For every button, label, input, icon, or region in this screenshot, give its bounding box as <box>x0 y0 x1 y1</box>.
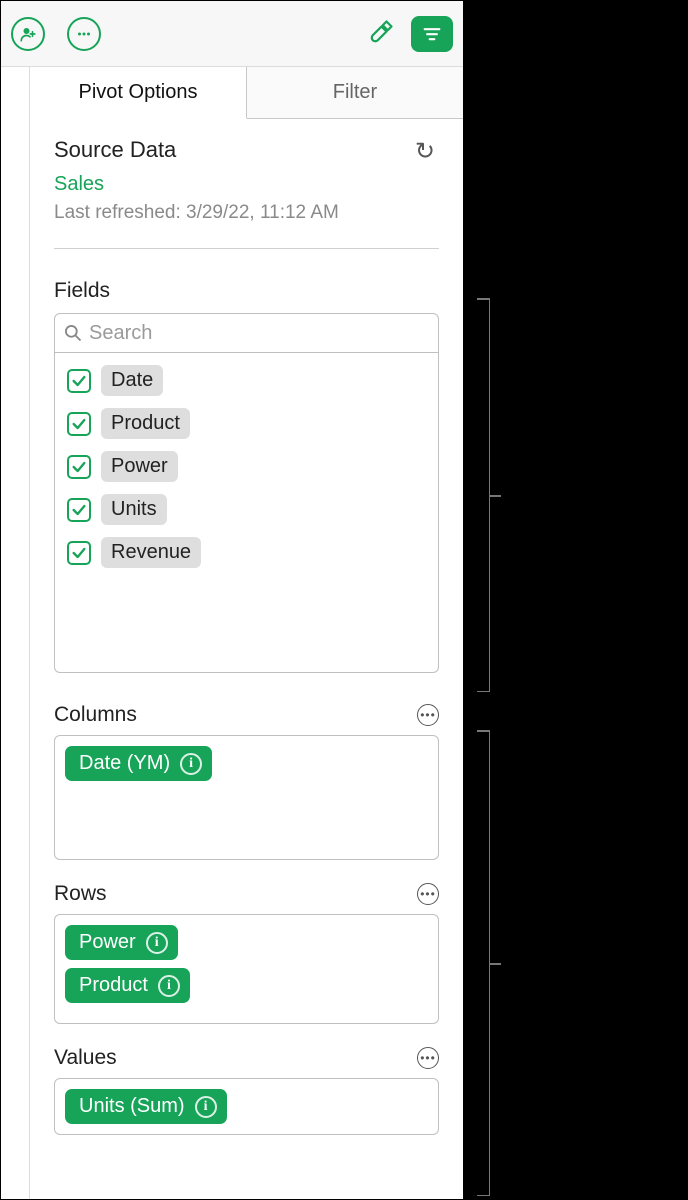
rows-dropzone[interactable]: Power i Product i <box>54 914 439 1024</box>
source-table-name[interactable]: Sales <box>54 173 439 196</box>
field-item-units: Units <box>67 494 426 525</box>
toolbar-right <box>361 16 453 52</box>
field-item-revenue: Revenue <box>67 537 426 568</box>
chip-label: Power <box>79 931 136 954</box>
paintbrush-icon <box>364 19 394 49</box>
fields-search[interactable] <box>54 313 439 353</box>
ellipsis-icon <box>75 25 93 43</box>
divider <box>54 248 439 249</box>
chip-label: Product <box>79 974 148 997</box>
ellipsis-icon: ••• <box>420 708 436 722</box>
organize-panel-button[interactable] <box>411 16 453 52</box>
ellipsis-icon: ••• <box>420 887 436 901</box>
column-chip-date-ym[interactable]: Date (YM) i <box>65 746 212 781</box>
rows-more-button[interactable]: ••• <box>417 883 439 905</box>
person-plus-icon <box>19 25 37 43</box>
format-button[interactable] <box>361 16 397 52</box>
rows-heading: Rows <box>54 882 107 906</box>
values-heading: Values <box>54 1046 117 1070</box>
check-icon <box>71 459 87 475</box>
value-chip-units-sum[interactable]: Units (Sum) i <box>65 1089 227 1124</box>
field-chip-product[interactable]: Product <box>101 408 190 439</box>
toolbar-left <box>11 17 101 51</box>
chip-label: Units (Sum) <box>79 1095 185 1118</box>
refresh-icon: ↻ <box>415 138 435 165</box>
check-icon <box>71 373 87 389</box>
info-icon[interactable]: i <box>146 932 168 954</box>
check-icon <box>71 416 87 432</box>
tab-pivot-options[interactable]: Pivot Options <box>30 67 247 119</box>
refresh-button[interactable]: ↻ <box>411 137 439 166</box>
filter-lines-icon <box>422 27 442 41</box>
canvas-sliver <box>1 67 29 1199</box>
values-section: Values ••• Units (Sum) i <box>54 1046 439 1135</box>
tab-bar: Pivot Options Filter <box>30 67 463 119</box>
rows-section: Rows ••• Power i Product i <box>54 882 439 1024</box>
values-more-button[interactable]: ••• <box>417 1047 439 1069</box>
callout-bracket-areas <box>470 730 490 1196</box>
columns-more-button[interactable]: ••• <box>417 704 439 726</box>
panel-content: Source Data ↻ Sales Last refreshed: 3/29… <box>30 119 463 1199</box>
fields-list: Date Product Power <box>54 353 439 673</box>
tab-filter[interactable]: Filter <box>247 67 463 119</box>
field-chip-revenue[interactable]: Revenue <box>101 537 201 568</box>
source-data-title: Source Data <box>54 137 176 163</box>
check-icon <box>71 545 87 561</box>
fields-heading: Fields <box>54 279 439 303</box>
check-icon <box>71 502 87 518</box>
source-data-header: Source Data ↻ <box>54 137 439 169</box>
field-checkbox-date[interactable] <box>67 369 91 393</box>
info-icon[interactable]: i <box>195 1096 217 1118</box>
sidebar-panel: Pivot Options Filter Source Data ↻ Sales… <box>29 67 463 1199</box>
field-item-power: Power <box>67 451 426 482</box>
ellipsis-icon: ••• <box>420 1051 436 1065</box>
row-chip-power[interactable]: Power i <box>65 925 178 960</box>
row-chip-product[interactable]: Product i <box>65 968 190 1003</box>
field-chip-power[interactable]: Power <box>101 451 178 482</box>
info-icon[interactable]: i <box>158 975 180 997</box>
search-icon <box>63 323 83 343</box>
add-collaborator-button[interactable] <box>11 17 45 51</box>
values-dropzone[interactable]: Units (Sum) i <box>54 1078 439 1135</box>
columns-heading: Columns <box>54 703 137 727</box>
field-checkbox-product[interactable] <box>67 412 91 436</box>
field-checkbox-units[interactable] <box>67 498 91 522</box>
field-item-date: Date <box>67 365 426 396</box>
field-chip-date[interactable]: Date <box>101 365 163 396</box>
fields-search-input[interactable] <box>89 322 430 345</box>
columns-section: Columns ••• Date (YM) i <box>54 703 439 860</box>
info-icon[interactable]: i <box>180 753 202 775</box>
field-checkbox-revenue[interactable] <box>67 541 91 565</box>
callout-bracket-fields <box>470 298 490 692</box>
field-chip-units[interactable]: Units <box>101 494 167 525</box>
chip-label: Date (YM) <box>79 752 170 775</box>
field-item-product: Product <box>67 408 426 439</box>
last-refreshed-label: Last refreshed: 3/29/22, 11:12 AM <box>54 202 439 224</box>
field-checkbox-power[interactable] <box>67 455 91 479</box>
more-actions-button[interactable] <box>67 17 101 51</box>
app-window: Pivot Options Filter Source Data ↻ Sales… <box>0 0 464 1200</box>
columns-dropzone[interactable]: Date (YM) i <box>54 735 439 860</box>
toolbar <box>1 1 463 67</box>
